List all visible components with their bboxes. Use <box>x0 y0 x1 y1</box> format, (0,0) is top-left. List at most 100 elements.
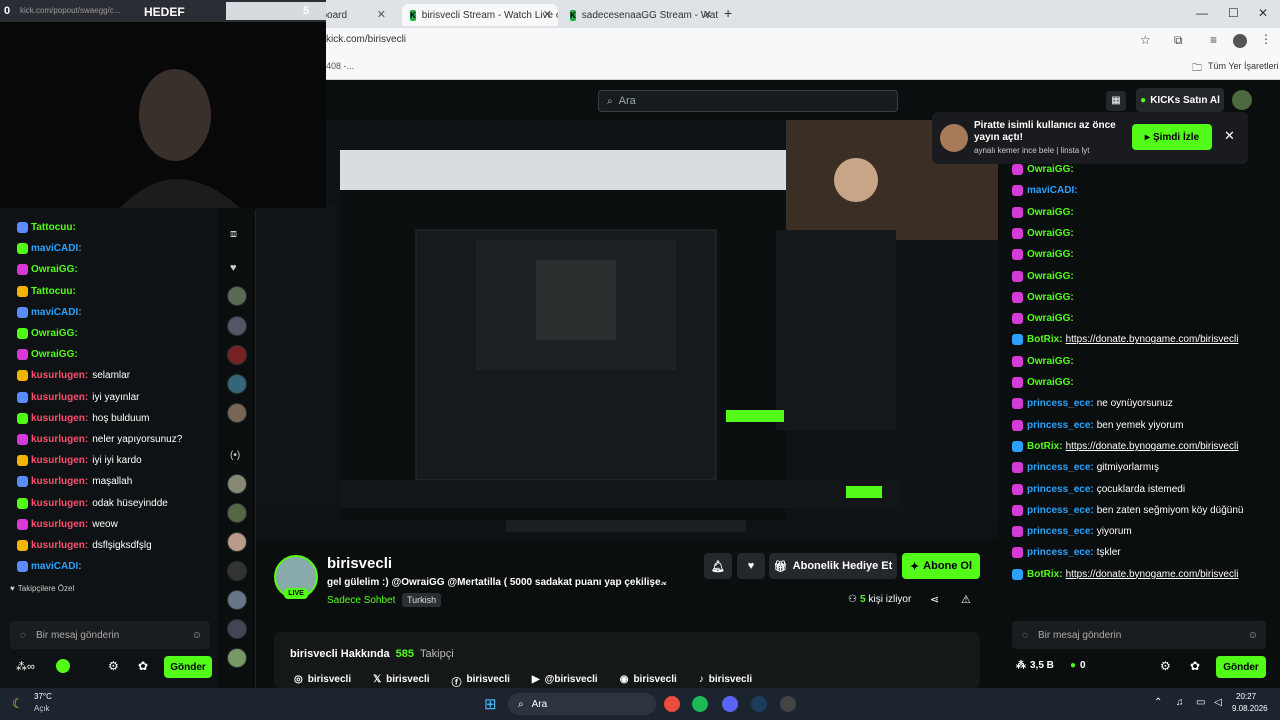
donate-link[interactable]: https://donate.bynogame.com/birisvecli <box>1066 569 1239 580</box>
emote-icon[interactable]: ✿ <box>138 659 148 673</box>
chat-username[interactable]: OwraiGG: <box>1027 249 1074 260</box>
chat-username[interactable]: kusurlugen: <box>31 476 88 487</box>
chat-username[interactable]: OwraiGG: <box>31 328 78 339</box>
tab-birisvecli[interactable]: Kbirisvecli Stream - Watch Live o ✕ <box>402 4 558 26</box>
chat-username[interactable]: OwraiGG: <box>1027 356 1074 367</box>
url-text[interactable]: kick.com/birisvecli <box>326 34 406 45</box>
menu-icon[interactable]: ⋮ <box>1260 32 1272 46</box>
chat-username[interactable]: OwraiGG: <box>31 264 78 275</box>
chat-username[interactable]: OwraiGG: <box>1027 207 1074 218</box>
followed-channel-avatar[interactable] <box>227 403 247 423</box>
user-avatar[interactable] <box>1232 90 1252 110</box>
media-icon[interactable]: ≡ <box>1210 33 1217 47</box>
close-icon[interactable]: ✕ <box>703 8 712 21</box>
chat-username[interactable]: maviCADI: <box>31 561 82 572</box>
chat-username[interactable]: princess_ece: <box>1027 420 1094 431</box>
layout-icon[interactable]: ▦ <box>1106 91 1126 111</box>
chat-username[interactable]: Tattocuu: <box>31 286 76 297</box>
social-link[interactable]: ⓕ birisvecli <box>452 674 510 689</box>
chat-username[interactable]: princess_ece: <box>1027 547 1094 558</box>
chat-username[interactable]: OwraiGG: <box>1027 228 1074 239</box>
chat-username[interactable]: BotRix: <box>1027 441 1063 452</box>
gift-subscription-button[interactable]: 🎁︎ Abonelik Hediye Et <box>769 553 897 579</box>
gear-icon[interactable]: ⚙ <box>108 659 119 673</box>
chat-username[interactable]: OwraiGG: <box>1027 271 1074 282</box>
gear-icon[interactable]: ⚙ <box>1160 659 1171 673</box>
drops-icon[interactable]: ⧈ <box>230 228 237 241</box>
watch-now-button[interactable]: ▸ Şimdi İzle <box>1132 124 1212 150</box>
start-icon[interactable]: ⊞ <box>484 695 497 713</box>
followed-channel-avatar[interactable] <box>227 286 247 306</box>
bell-icon[interactable]: 🔔︎ <box>704 553 732 579</box>
chat-username[interactable]: princess_ece: <box>1027 484 1094 495</box>
live-radio-icon[interactable]: (•) <box>230 450 240 461</box>
new-tab-button[interactable]: + <box>724 5 732 21</box>
followed-channel-avatar[interactable] <box>227 316 247 336</box>
close-icon[interactable]: ✕ <box>1224 128 1235 144</box>
chat-username[interactable]: kusurlugen: <box>31 413 88 424</box>
chat-username[interactable]: princess_ece: <box>1027 398 1094 409</box>
recommended-channel-avatar[interactable] <box>227 561 247 581</box>
network-icon[interactable]: ▭ <box>1196 697 1205 708</box>
report-icon[interactable]: ⚠ <box>961 593 971 606</box>
chat-username[interactable]: maviCADI: <box>1027 185 1078 196</box>
chevron-down-icon[interactable]: ⌄ <box>660 576 668 587</box>
send-button[interactable]: Gönder <box>1216 656 1266 678</box>
chat-username[interactable]: kusurlugen: <box>31 370 88 381</box>
chat-username[interactable]: kusurlugen: <box>31 498 88 509</box>
recommended-channel-avatar[interactable] <box>227 619 247 639</box>
share-icon[interactable]: ⋖ <box>930 593 939 606</box>
social-link[interactable]: ◉ birisvecli <box>620 674 677 689</box>
maximize-icon[interactable]: ☐ <box>1228 6 1239 20</box>
taskbar-search[interactable]: ⌕ Ara <box>508 693 656 715</box>
social-link[interactable]: ♪ birisvecli <box>699 674 752 689</box>
channel-name[interactable]: birisvecli <box>327 555 392 572</box>
social-link[interactable]: 𝕏birisvecli <box>373 674 429 689</box>
emoji-icon[interactable]: ☺ <box>1248 630 1258 641</box>
spotify-icon[interactable] <box>692 696 708 712</box>
star-icon[interactable]: ☆ <box>1140 33 1151 47</box>
mic-icon[interactable]: ♫ <box>1176 697 1184 708</box>
chat-username[interactable]: kusurlugen: <box>31 519 88 530</box>
social-link[interactable]: ◎ birisvecli <box>294 674 351 689</box>
kicks-balance[interactable]: ● 0 <box>1070 660 1086 671</box>
volume-icon[interactable]: ◁ <box>1214 697 1222 708</box>
recommended-channel-avatar[interactable] <box>227 503 247 523</box>
chat-username[interactable]: kusurlugen: <box>31 455 88 466</box>
chat-username[interactable]: OwraiGG: <box>1027 164 1074 175</box>
channel-points[interactable]: ⁂ 3,5 B <box>1016 660 1054 671</box>
chat-username[interactable]: princess_ece: <box>1027 505 1094 516</box>
kicks-icon[interactable] <box>56 659 70 673</box>
recommended-channel-avatar[interactable] <box>227 532 247 552</box>
video-player[interactable] <box>256 120 998 540</box>
tray-chevron-icon[interactable]: ⌃ <box>1154 697 1162 708</box>
recommended-channel-avatar[interactable] <box>227 590 247 610</box>
chrome-icon[interactable] <box>664 696 680 712</box>
weather-temp[interactable]: 37°C <box>34 692 52 701</box>
profile-avatar[interactable] <box>1233 34 1247 48</box>
obs-icon[interactable] <box>780 696 796 712</box>
all-bookmarks[interactable]: Tüm Yer İşaretleri <box>1208 61 1279 71</box>
clock-time[interactable]: 20:27 <box>1236 692 1256 701</box>
chat-username[interactable]: OwraiGG: <box>31 349 78 360</box>
buy-kicks-button[interactable]: ● KICKs Satın Al <box>1136 88 1224 112</box>
chat-username[interactable]: kusurlugen: <box>31 392 88 403</box>
points-icon[interactable]: ⁂∞ <box>16 660 35 673</box>
chat-username[interactable]: Tattocuu: <box>31 222 76 233</box>
emoji-icon[interactable]: ☺ <box>192 630 202 641</box>
chat-username[interactable]: OwraiGG: <box>1027 292 1074 303</box>
close-icon[interactable]: ✕ <box>377 8 386 21</box>
extensions-icon[interactable]: ⧉ <box>1174 33 1183 48</box>
chat-username[interactable]: BotRix: <box>1027 569 1063 580</box>
chat-username[interactable]: maviCADI: <box>31 243 82 254</box>
minimize-icon[interactable]: — <box>1196 6 1208 20</box>
tab-popout-chat[interactable]: kick.com/popout/swaegg/c... <box>20 6 121 15</box>
left-chat-input[interactable]: ◌ Bir mesaj gönderin ☺ <box>10 621 210 649</box>
chat-username[interactable]: maviCADI: <box>31 307 82 318</box>
subscribe-button[interactable]: ✦ Abone Ol <box>902 553 980 579</box>
chat-username[interactable]: kusurlugen: <box>31 540 88 551</box>
social-link[interactable]: ▶ @birisvecli <box>532 674 598 689</box>
donate-link[interactable]: https://donate.bynogame.com/birisvecli <box>1066 334 1239 345</box>
chat-username[interactable]: OwraiGG: <box>1027 377 1074 388</box>
search-input[interactable]: ⌕ Ara <box>598 90 898 112</box>
